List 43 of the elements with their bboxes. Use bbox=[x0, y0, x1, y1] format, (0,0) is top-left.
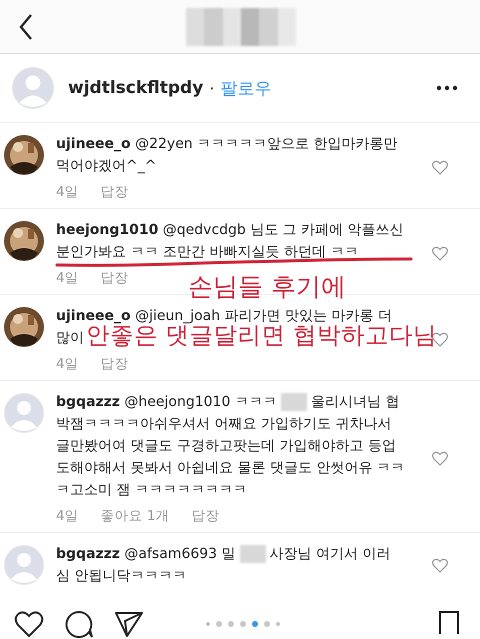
comment-text: 심 안됩니닥ㅋㅋㅋㅋ bbox=[56, 567, 186, 586]
comment-time: 4일 bbox=[56, 507, 79, 526]
blurred-patch bbox=[280, 393, 307, 411]
comment-text: 분인가봐요 ㅋㅋ 조만간 바빠지실듯 하던데 ㅋㅋ bbox=[56, 243, 358, 262]
annotation-text: 손님들 후기에 bbox=[188, 272, 346, 302]
comment-text: 글만봤어여 댓글도 구경하고팟는데 가입해야하고 등업 bbox=[56, 437, 396, 456]
speech-bubble-icon[interactable] bbox=[64, 610, 94, 638]
reply-link[interactable]: 답장 bbox=[100, 268, 129, 288]
comment-time: 4일 bbox=[56, 183, 79, 202]
comment-text: ㅋ고소미 잼 ㅋㅋㅋㅋㅋㅋㅋㅋ bbox=[56, 481, 247, 500]
back-icon[interactable] bbox=[18, 12, 34, 40]
follow-link[interactable]: 팔로우 bbox=[220, 76, 272, 100]
carousel-dot[interactable] bbox=[216, 621, 222, 627]
comment-text: bgqazzz @heejong1010 ㅋㅋㅋ bbox=[56, 393, 277, 412]
username[interactable]: wjdtlsckfltpdy bbox=[68, 78, 204, 98]
comment-text: 도해야해서 못봐서 아쉽네요 물론 댓글도 안썻어유 ㅋㅋ bbox=[56, 459, 405, 478]
heart-icon[interactable] bbox=[14, 610, 44, 638]
comment-text: 사장님 여기서 이러 bbox=[270, 545, 390, 564]
blurred-patch bbox=[240, 545, 266, 563]
carousel-dot[interactable] bbox=[252, 621, 258, 627]
carousel-dot[interactable] bbox=[264, 621, 270, 627]
comment-time: 4일 bbox=[56, 355, 79, 374]
more-icon[interactable] bbox=[436, 85, 458, 91]
comment-text: 박잼ㅋㅋㅋㅋ아쉬우셔서 어째요 가입하기도 귀차나서 bbox=[56, 415, 392, 434]
carousel-dot[interactable] bbox=[228, 621, 234, 627]
comment-text: 많이 bbox=[56, 329, 84, 348]
comment-text: bgqazzz @afsam6693 밀 bbox=[56, 545, 236, 564]
reply-link[interactable]: 답장 bbox=[100, 354, 129, 374]
separator-dot: · bbox=[209, 78, 214, 98]
comment-text: heejong1010 @qedvcdgb 님도 그 카페에 악플쓰신 bbox=[56, 221, 404, 240]
comment-text: ujineee_o @jieun_joah 파리가면 맛있는 마카롱 더 bbox=[56, 307, 392, 325]
carousel-dot[interactable] bbox=[206, 622, 210, 626]
reply-link[interactable]: 답장 bbox=[100, 182, 129, 202]
comment-time: 4일 bbox=[56, 269, 79, 288]
comment-text: ujineee_o @22yen ㅋㅋㅋㅋㅋ앞으로 한입마카롱만 bbox=[56, 135, 398, 154]
carousel-dot[interactable] bbox=[276, 622, 280, 626]
bookmark-icon[interactable] bbox=[438, 610, 460, 634]
comment-text: 울리시녀님 협 bbox=[310, 393, 400, 412]
reply-link[interactable]: 답장 bbox=[191, 506, 220, 526]
send-icon[interactable] bbox=[114, 610, 144, 638]
carousel-dot[interactable] bbox=[240, 621, 246, 627]
comment-text: 먹어야겠어^_^ bbox=[56, 157, 156, 176]
like-count[interactable]: 좋아요 1개 bbox=[100, 506, 170, 526]
